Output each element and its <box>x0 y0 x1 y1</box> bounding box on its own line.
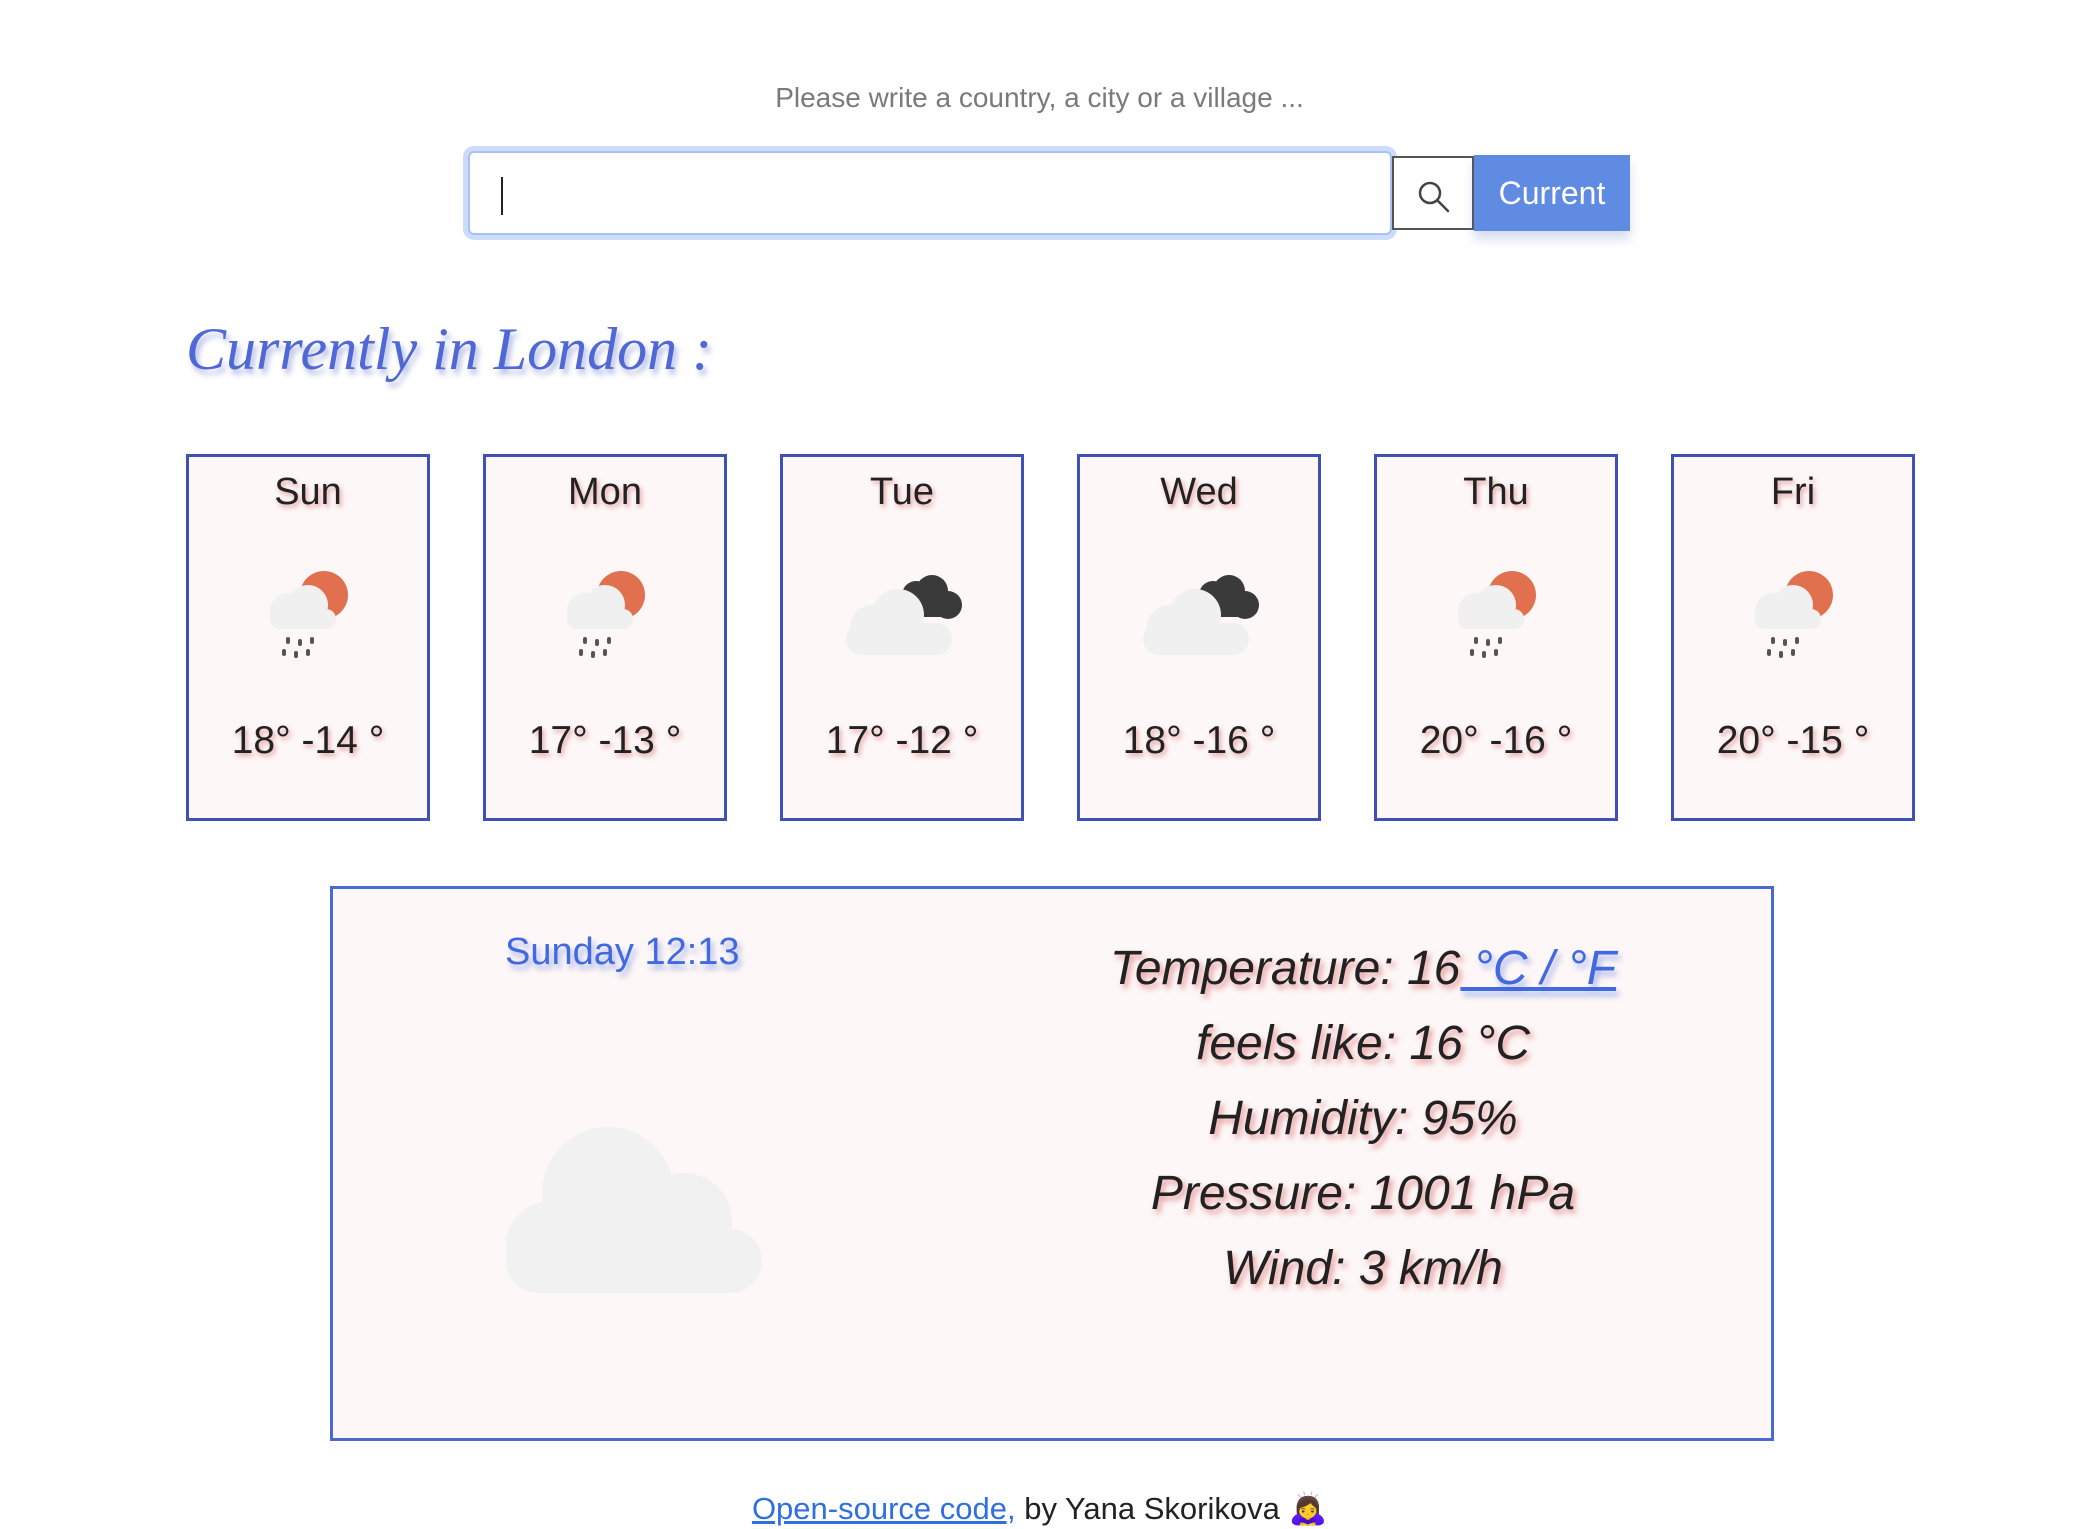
search-bar: Current <box>468 151 1630 235</box>
source-code-link[interactable]: Open-source code, <box>752 1491 1016 1526</box>
forecast-temp: 20° -16 ° <box>1419 719 1573 762</box>
forecast-card: Thu 20° -16 ° <box>1374 454 1618 821</box>
search-prompt: Please write a country, a city or a vill… <box>775 82 1304 113</box>
forecast-temp: 18° -16 ° <box>1122 719 1276 762</box>
person-bowing-icon: 🙇‍♀️ <box>1288 1491 1328 1526</box>
weather-stats: Temperature: 16 °C / °F feels like: 16 °… <box>1073 931 1653 1306</box>
unit-toggle-link[interactable]: °C / °F <box>1460 942 1616 995</box>
forecast-card: Fri 20° -15 ° <box>1671 454 1915 821</box>
forecast-card: Tue 17° -12 ° <box>780 454 1024 821</box>
forecast-temp: 17° -12 ° <box>825 719 979 762</box>
search-button[interactable] <box>1392 156 1474 230</box>
text-caret <box>501 177 503 215</box>
forecast-day: Wed <box>1160 471 1238 513</box>
search-icon <box>1418 181 1450 213</box>
rain-sun-icon <box>1436 557 1556 672</box>
current-location-button[interactable]: Current <box>1474 155 1630 231</box>
forecast-day: Mon <box>568 471 642 513</box>
forecast-temp: 20° -15 ° <box>1716 719 1870 762</box>
forecast-day: Tue <box>869 471 935 513</box>
forecast-day: Sun <box>274 471 342 513</box>
current-weather-panel: Sunday 12:13 Temperature: 16 °C / °F fee… <box>330 886 1774 1441</box>
page-title: Currently in London : <box>186 316 713 382</box>
forecast-day: Fri <box>1770 471 1816 513</box>
pressure: Pressure: 1001 hPa <box>1150 1167 1576 1220</box>
rain-sun-icon <box>1733 557 1853 672</box>
dark-clouds-icon <box>832 557 972 672</box>
rain-sun-icon <box>545 557 665 672</box>
footer: Open-source code, by Yana Skorikova 🙇‍♀️ <box>0 1490 2079 1527</box>
current-date: Sunday 12:13 <box>505 931 740 973</box>
forecast-card: Mon 17° -13 ° <box>483 454 727 821</box>
search-input[interactable] <box>468 151 1392 235</box>
humidity: Humidity: 95% <box>1208 1092 1518 1145</box>
forecast-temp: 17° -13 ° <box>528 719 682 762</box>
footer-author: by Yana Skorikova <box>1015 1491 1289 1526</box>
cloud-icon <box>488 1121 768 1306</box>
forecast-card: Wed 18° -16 ° <box>1077 454 1321 821</box>
forecast-temp: 18° -14 ° <box>231 719 385 762</box>
dark-clouds-icon <box>1129 557 1269 672</box>
temperature-line: Temperature: 16 °C / °F <box>1073 931 1653 1006</box>
temperature-value: Temperature: 16 <box>1109 942 1461 995</box>
wind: Wind: 3 km/h <box>1223 1242 1503 1295</box>
feels-like: feels like: 16 °C <box>1195 1017 1530 1070</box>
forecast-card: Sun 18° -14 ° <box>186 454 430 821</box>
forecast-day: Thu <box>1463 471 1529 513</box>
rain-sun-icon <box>248 557 368 672</box>
